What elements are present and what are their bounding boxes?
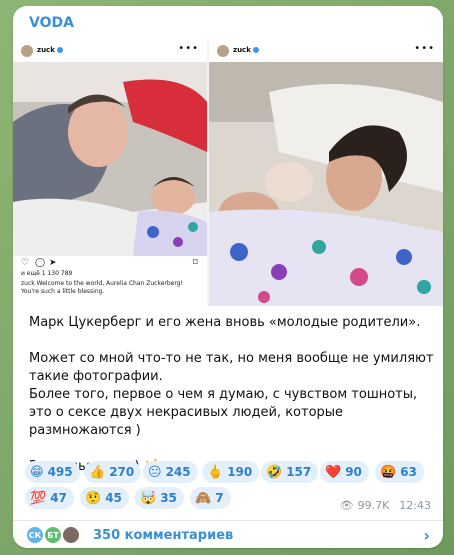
photo-father-baby <box>13 62 207 256</box>
more-icon: ••• <box>414 43 435 54</box>
ig-username: zuck <box>37 46 55 54</box>
photo-mother-baby <box>209 62 443 306</box>
reaction-chip[interactable]: 🤬 63 <box>375 461 424 483</box>
reaction-chip[interactable]: 🤣 157 <box>261 461 319 483</box>
reaction-count: 157 <box>286 465 312 479</box>
ig-header: zuck ••• <box>13 40 207 62</box>
message-time: 12:43 <box>399 499 431 512</box>
reaction-count: 270 <box>109 465 135 479</box>
views-icon: 👁 <box>339 499 354 512</box>
reaction-count: 63 <box>400 465 417 479</box>
reaction-emoji: 🤬 <box>380 464 397 480</box>
bookmark-icon: ⌑ <box>193 258 198 268</box>
reaction-emoji: 😐 <box>148 464 162 480</box>
ig-likes: и ещё 1 130 789 <box>21 270 73 277</box>
ig-caption: zuck Welcome to the world, Aurelia Chan … <box>21 280 183 295</box>
ig-header: zuck ••• <box>209 40 443 62</box>
reaction-emoji: 🖕 <box>207 464 224 480</box>
reaction-chip[interactable]: ❤️ 90 <box>320 461 369 483</box>
reaction-chip[interactable]: 🤨 45 <box>80 487 129 509</box>
reaction-count: 35 <box>160 491 177 505</box>
comments-button[interactable]: СК БТ 350 комментариев › <box>13 521 443 548</box>
instagram-post-right[interactable]: zuck ••• <box>209 40 443 306</box>
reaction-chip[interactable]: 🙈 7 <box>190 487 231 509</box>
reaction-emoji: 👍 <box>89 464 106 480</box>
reaction-count: 245 <box>165 465 191 479</box>
reaction-chip[interactable]: 💯 47 <box>25 487 74 509</box>
reaction-count: 495 <box>47 465 73 479</box>
avatar <box>21 45 33 57</box>
reaction-emoji: 😁 <box>30 464 44 480</box>
more-icon: ••• <box>178 43 199 54</box>
avatar: СК <box>25 525 45 545</box>
reaction-chip[interactable]: 🖕 190 <box>202 461 260 483</box>
ig-username: zuck <box>233 46 251 54</box>
reaction-emoji: 🤨 <box>85 490 102 506</box>
reaction-emoji: 🙈 <box>195 490 212 506</box>
verified-icon <box>252 47 259 53</box>
reaction-chip[interactable]: 👍 270 <box>84 461 142 483</box>
ig-actions-row: ♡ ◯ ➤ ⌑ <box>13 256 207 270</box>
heart-icon: ♡ <box>21 258 30 268</box>
reaction-chip[interactable]: 🤯 35 <box>135 487 184 509</box>
reaction-emoji: 🤣 <box>266 464 283 480</box>
avatar: БТ <box>43 525 63 545</box>
message-meta: 👁 99.7K 12:43 <box>336 499 431 512</box>
share-icon: ➤ <box>49 258 57 268</box>
channel-name[interactable]: VODA <box>29 15 74 31</box>
reaction-count: 190 <box>227 465 253 479</box>
views-count: 99.7K <box>357 499 390 512</box>
message-text: Марк Цукерберг и его жена вновь «молодые… <box>29 314 434 476</box>
reaction-count: 45 <box>105 491 122 505</box>
reaction-emoji: 🤯 <box>140 490 157 506</box>
reaction-count: 47 <box>50 491 67 505</box>
chevron-right-icon: › <box>423 526 430 545</box>
verified-icon <box>56 47 63 53</box>
message-paragraph: Может со мной что-то не так, но меня воо… <box>29 351 434 384</box>
reaction-chip[interactable]: 😐 245 <box>143 461 198 483</box>
message-paragraph: Более того, первое о чем я думаю, с чувс… <box>29 387 418 438</box>
avatar <box>61 525 81 545</box>
reaction-count: 7 <box>215 491 224 505</box>
channel-post: VODA zuck ••• ♡ ◯ ➤ ⌑ и ещё 1 130 789 zu… <box>13 6 443 548</box>
avatar <box>217 45 229 57</box>
reaction-emoji: 💯 <box>30 490 47 506</box>
reaction-count: 90 <box>345 465 362 479</box>
instagram-post-left[interactable]: zuck ••• ♡ ◯ ➤ ⌑ и ещё 1 130 789 zuck We… <box>13 40 207 306</box>
reaction-chip[interactable]: 😁 495 <box>25 461 80 483</box>
message-paragraph: Марк Цукерберг и его жена вновь «молодые… <box>29 315 421 330</box>
comments-count: 350 комментариев <box>93 528 234 543</box>
reaction-emoji: ❤️ <box>325 464 342 480</box>
comment-icon: ◯ <box>35 258 46 268</box>
media-album[interactable]: zuck ••• ♡ ◯ ➤ ⌑ и ещё 1 130 789 zuck We… <box>13 40 443 306</box>
